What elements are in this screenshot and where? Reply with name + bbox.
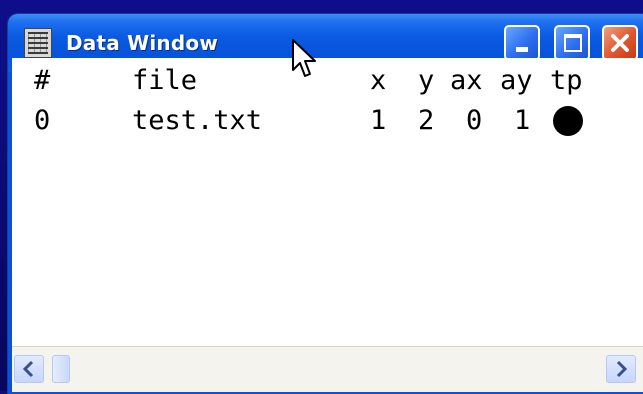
- column-header-ax: ax: [450, 65, 483, 96]
- chevron-right-icon: [616, 360, 628, 378]
- column-header-ay: ay: [500, 65, 533, 96]
- column-header-index: #: [34, 65, 51, 96]
- data-table: # file x y ax ay tp 0 test.txt 1 2 0 1: [12, 58, 643, 346]
- filled-circle-marker-icon: [553, 106, 583, 136]
- column-header-file: file: [132, 65, 198, 96]
- row-x: 1: [370, 105, 387, 136]
- row-ax: 0: [466, 105, 483, 136]
- column-header-tp: tp: [550, 65, 583, 96]
- close-button[interactable]: [602, 25, 638, 61]
- column-header-x: x: [370, 65, 387, 96]
- horizontal-scrollbar[interactable]: [12, 346, 643, 392]
- scroll-left-button[interactable]: [14, 355, 44, 383]
- mouse-pointer-icon: [292, 39, 316, 77]
- minimize-button[interactable]: [504, 25, 540, 61]
- row-file: test.txt: [132, 105, 263, 136]
- row-ay: 1: [514, 105, 531, 136]
- row-y: 2: [418, 105, 435, 136]
- window-title: Data Window: [66, 31, 219, 55]
- maximize-icon: [564, 34, 582, 52]
- minimize-icon: [516, 47, 528, 52]
- row-index: 0: [34, 105, 51, 136]
- maximize-button[interactable]: [554, 25, 590, 61]
- scroll-right-button[interactable]: [606, 355, 636, 383]
- column-header-y: y: [418, 65, 435, 96]
- chevron-left-icon: [22, 360, 34, 378]
- close-icon: [611, 34, 629, 52]
- data-table-icon[interactable]: [24, 28, 52, 58]
- scroll-thumb[interactable]: [52, 355, 70, 383]
